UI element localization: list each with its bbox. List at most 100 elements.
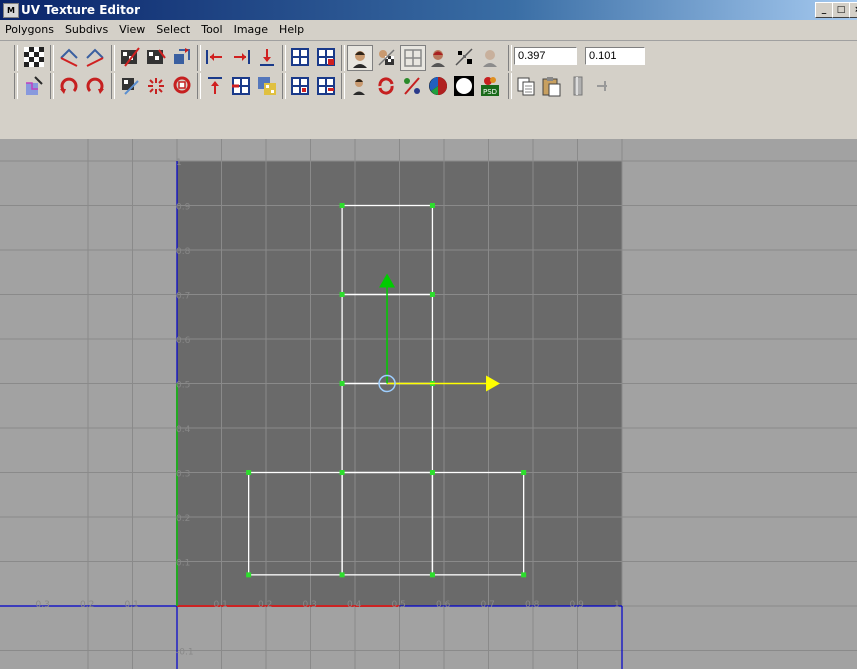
paste-icon[interactable] [540, 74, 564, 98]
menu-polygons[interactable]: Polygons [0, 20, 60, 40]
rotate-cw-icon[interactable] [83, 74, 107, 98]
u-tick-label: 1 [614, 600, 620, 610]
uv-vertex[interactable] [429, 292, 435, 297]
grid-minus-icon[interactable] [314, 74, 338, 98]
u-tick-label: 0.6 [436, 600, 451, 610]
uv-vertex[interactable] [339, 381, 345, 386]
u-tick-label: 0.3 [303, 600, 317, 610]
v-tick-label: 0.6 [176, 336, 191, 346]
rgb-icon[interactable] [426, 74, 450, 98]
toolbar-separator [341, 73, 345, 99]
uv-vertex[interactable] [246, 470, 252, 475]
v-tick-label: 0.2 [176, 514, 190, 524]
v-value-field[interactable] [585, 47, 645, 65]
pin-icon[interactable] [566, 74, 590, 98]
uv-vertex[interactable] [429, 470, 435, 475]
window-title: UV Texture Editor [21, 3, 140, 17]
toolbar-separator [197, 73, 201, 99]
menu-tool[interactable]: Tool [196, 20, 228, 40]
menu-view[interactable]: View [114, 20, 151, 40]
u-tick-label: 0.4 [347, 600, 362, 610]
uv-editor-viewport[interactable]: 1 0.9 0.8 0.7 0.6 0.5 0.4 0.3 0.2 0.1 -0.1 0.1 0.2 0.… [0, 139, 857, 669]
align-down-icon[interactable] [255, 45, 279, 69]
toolbar-separator [50, 45, 54, 71]
shaded-icon[interactable] [426, 45, 450, 69]
rotate-ccw-icon[interactable] [57, 74, 81, 98]
toolbar-separator [14, 45, 18, 71]
flip-u-icon[interactable] [57, 45, 81, 69]
uv-vertex[interactable] [339, 572, 345, 578]
portrait-icon[interactable] [347, 45, 373, 71]
snapshot-icon[interactable] [255, 74, 279, 98]
v-tick-label: 1 [176, 158, 182, 168]
uv-vertex[interactable] [521, 572, 527, 578]
layout-icon[interactable] [170, 45, 194, 69]
toolbar-separator [197, 45, 201, 71]
relax-icon[interactable] [144, 74, 168, 98]
toolbar-separator [111, 45, 115, 71]
align-up-icon[interactable] [203, 74, 227, 98]
pin-icon[interactable] [594, 74, 618, 98]
copy-icon[interactable] [514, 74, 538, 98]
texture-toggle-icon[interactable] [374, 45, 398, 69]
uv-vertex[interactable] [339, 292, 345, 297]
texture-shell-icon[interactable] [22, 74, 46, 98]
u-tick-label: 0.2 [80, 600, 94, 610]
lasso-icon[interactable] [170, 74, 194, 98]
uv-vertex[interactable] [429, 203, 435, 208]
uv-vertex[interactable] [339, 203, 345, 208]
uv-vertex[interactable] [246, 572, 252, 578]
uv-vertex[interactable] [521, 470, 527, 475]
toolbar-separator [341, 45, 345, 71]
menu-image[interactable]: Image [229, 20, 274, 40]
portrait-small-icon[interactable] [347, 74, 371, 98]
menu-select[interactable]: Select [151, 20, 196, 40]
grid-frame-icon[interactable] [288, 74, 312, 98]
toolbar-separator [111, 73, 115, 99]
flip-v-icon[interactable] [83, 45, 107, 69]
percent-icon[interactable] [400, 74, 424, 98]
center-icon[interactable] [229, 74, 253, 98]
v-tick-label: 0.1 [176, 559, 190, 569]
maximize-button[interactable]: □ [832, 2, 850, 18]
sew-uv-icon[interactable] [144, 45, 168, 69]
menu-help[interactable]: Help [274, 20, 310, 40]
title-bar[interactable]: M UV Texture Editor _ □ × [0, 0, 857, 20]
u-tick-label: 0.8 [525, 600, 540, 610]
v-tick-label: 0.7 [176, 292, 190, 302]
swap-icon[interactable] [374, 74, 398, 98]
close-button[interactable]: × [849, 2, 857, 18]
menu-subdivs[interactable]: Subdivs [60, 20, 114, 40]
align-left-icon[interactable] [203, 45, 227, 69]
v-tick-label: 0.8 [176, 247, 191, 257]
portrait-dim-icon[interactable] [478, 45, 502, 69]
v-tick-label: -0.1 [176, 648, 194, 658]
checker-icon[interactable] [22, 45, 46, 69]
unfold-icon[interactable] [118, 74, 142, 98]
v-tick-label: 0.4 [176, 425, 191, 435]
psd-icon[interactable]: PSD [478, 74, 502, 98]
u-tick-label: 0.7 [481, 600, 495, 610]
menu-bar: Polygons Subdivs View Select Tool Image Help [0, 20, 857, 41]
u-tick-label: 0.1 [214, 600, 228, 610]
grid-add-icon[interactable] [314, 45, 338, 69]
cut-uv-icon[interactable] [118, 45, 142, 69]
align-right-icon[interactable] [229, 45, 253, 69]
toolbar: PSD [0, 41, 857, 139]
toolbar-separator [508, 45, 512, 71]
uv-canvas[interactable]: 1 0.9 0.8 0.7 0.6 0.5 0.4 0.3 0.2 0.1 -0.1 0.1 0.2 0.… [0, 139, 857, 669]
minimize-button[interactable]: _ [815, 2, 833, 18]
u-tick-label: 0.5 [392, 600, 406, 610]
v-tick-label: 0.3 [176, 470, 190, 480]
toolbar-separator [282, 45, 286, 71]
u-tick-label: 0.1 [125, 600, 139, 610]
grid-icon[interactable] [288, 45, 312, 69]
uv-vertex[interactable] [339, 470, 345, 475]
u-tick-label: 0.3 [36, 600, 50, 610]
dither-icon[interactable] [452, 45, 476, 69]
toolbar-separator [14, 73, 18, 99]
u-value-field[interactable] [514, 47, 577, 65]
grid-toggle-icon[interactable] [400, 45, 426, 71]
white-circle-icon[interactable] [452, 74, 476, 98]
uv-vertex[interactable] [429, 572, 435, 578]
